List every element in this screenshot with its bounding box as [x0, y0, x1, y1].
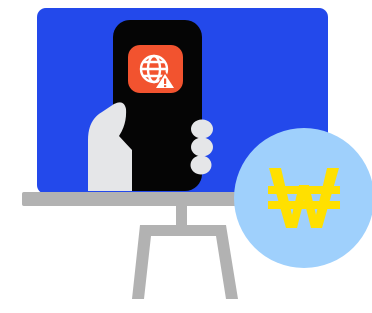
won-coin — [234, 128, 372, 268]
board-stand — [22, 192, 267, 299]
stand-legs — [132, 225, 238, 299]
app-icon — [128, 45, 183, 93]
finger-3 — [190, 155, 212, 175]
stand-ledge — [22, 192, 267, 206]
stand-neck — [176, 205, 187, 227]
illustration — [0, 0, 372, 313]
finger-2 — [191, 137, 213, 157]
finger-1 — [191, 119, 213, 139]
illustration-canvas — [22, 8, 372, 299]
